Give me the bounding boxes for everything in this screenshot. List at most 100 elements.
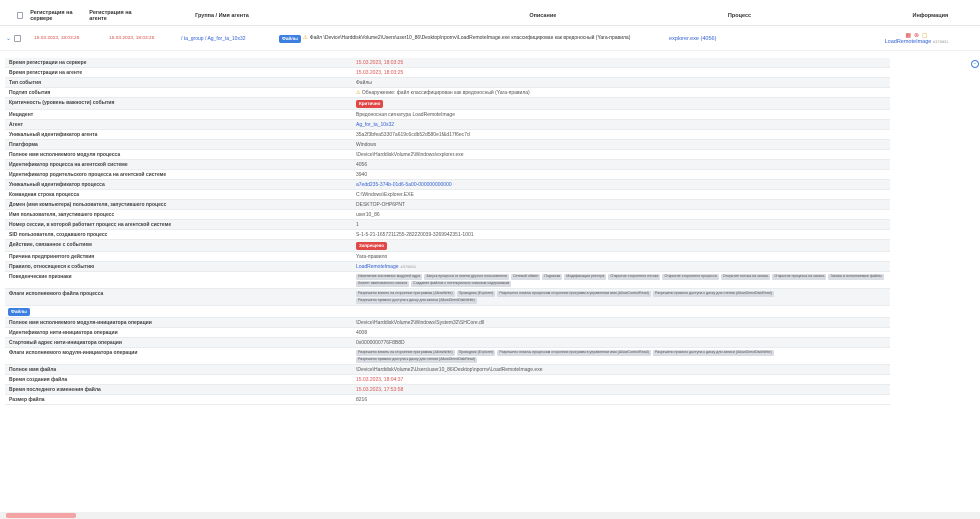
col-header-info[interactable]: Информация (912, 13, 980, 19)
detail-value: Запрещено (352, 240, 890, 251)
event-row[interactable]: ⌄ 15.03.2023, 18:03:25 15.03.2023, 18:03… (0, 27, 980, 51)
behavior-tag: Модификация реестра (564, 273, 607, 280)
detail-label: Командная строка процесса (9, 191, 80, 198)
detail-row: Инцидент Вредоносная сигнатура LoadRemote… (5, 110, 890, 120)
horizontal-scrollbar[interactable] (0, 512, 980, 519)
detail-value: Вредоносная сигнатура LoadRemoteImage (356, 111, 455, 118)
detail-row: Полное имя исполняемого модуля-инициатор… (5, 318, 890, 328)
detail-value: Разрешено влиять на сторонние программы … (352, 289, 890, 305)
select-all-checkbox[interactable] (17, 12, 24, 19)
detail-row: Домен (имя компьютера) пользователя, зап… (5, 200, 890, 210)
grid-icon[interactable]: ▦ (905, 32, 911, 39)
detail-label: Домен (имя компьютера) пользователя, зап… (9, 201, 167, 208)
detail-value: 4056 (356, 161, 368, 168)
detail-row: SID пользователя, создавшего процесс S-1-… (5, 230, 890, 240)
col-header-agent-reg[interactable]: Регистрация на агенте (89, 10, 150, 22)
detail-label: Номер сессии, в которой работает процесс… (9, 221, 172, 228)
behavior-tag: Открытие стороннего процесса (662, 273, 719, 280)
detail-label: Уникальный идентификатор агента (9, 131, 98, 138)
detail-value: 35a2f3bfea53307a619c6cdb52d580e1f&d17f6e… (356, 131, 470, 138)
detail-label: Полное имя файла (9, 366, 57, 373)
detail-value: ⚠ Обнаружение: файл классифицирован как … (352, 88, 890, 97)
detail-value: 0x0000000776F8B8D (356, 339, 405, 346)
detail-row: Причина предпринятого действия Yara-прави… (5, 252, 890, 262)
info-rule-link[interactable]: LoadRemoteImage (885, 39, 932, 45)
detail-row: Флаги исполняемого модуля-инициатора опе… (5, 348, 890, 365)
detail-row: Стартовый адрес нити-инициатора операции… (5, 338, 890, 348)
detail-value: Yara-правило (356, 253, 388, 260)
detail-label: Тип события (9, 79, 41, 86)
detail-label: Действие, связанное с событием (9, 241, 92, 248)
detail-row: Правило, относящееся к событию LoadRemote… (5, 262, 890, 272)
description-cell: Файлы ⚠ Файл \Device\HarddiskVolume2\Use… (279, 34, 669, 43)
behavior-tag: Открытие потока на запись (720, 273, 771, 280)
detail-row: Подтип события ⚠ Обнаружение: файл класси… (5, 88, 890, 98)
detail-label: Полное имя исполняемого модуля процесса (9, 151, 121, 158)
block-icon[interactable]: ⊗ (914, 32, 919, 39)
detail-row: Время регистрации на сервере 15.03.2023, … (5, 58, 890, 68)
detail-row: Командная строка процесса C:\Windows\Expl… (5, 190, 890, 200)
group-agent-link[interactable]: / ta_group / Ag_for_ta_10x32 (181, 36, 279, 42)
detail-link[interactable]: LoadRemoteImage (356, 264, 399, 270)
detail-row: Уникальный идентификатор процесса a7edd23… (5, 180, 890, 190)
detail-row: Время создания файла 15.03.2023, 18:04:37 (5, 375, 890, 385)
detail-label: Подтип события (9, 89, 51, 96)
event-description: Файл \Device\HarddiskVolume2\Users\user1… (309, 34, 631, 41)
detail-value: DESKTOP-OHP6PNT (356, 201, 406, 208)
behavior-tag: Сетевой обмен (510, 273, 541, 280)
col-header-group[interactable]: Группа / Имя агента (195, 13, 296, 19)
file-icon[interactable]: ▢ (922, 32, 928, 39)
detail-value: LoadRemoteImage #375831 (352, 262, 890, 271)
detail-label: Уникальный идентификатор процесса (9, 181, 105, 188)
detail-label: Размер файла (9, 396, 45, 403)
info-cell: ▦ ⊗ ▢ LoadRemoteImage #375831 (884, 32, 949, 45)
detail-row: Время регистрации на агенте 15.03.2023, 1… (5, 68, 890, 78)
detail-label: Поведенческие признаки (9, 273, 72, 280)
detail-row: Время последнего изменения файла 15.03.20… (5, 385, 890, 395)
event-details-table: Время регистрации на сервере 15.03.2023, … (5, 58, 890, 405)
detail-link[interactable]: a7edd235-374b-01d6-5a00-000000000000 (356, 182, 452, 188)
col-header-server-reg[interactable]: Регистрация на сервере (30, 10, 89, 22)
expand-panel-icon[interactable]: − (971, 60, 979, 68)
detail-value: Windows (356, 141, 377, 148)
process-link[interactable]: explorer.exe (4056) (669, 36, 884, 42)
detail-value: a7edd235-374b-01d6-5a00-000000000000 (352, 180, 890, 189)
detail-row: Имя пользователя, запустившего процесс us… (5, 210, 890, 220)
scrollbar-thumb[interactable] (6, 513, 76, 518)
detail-row: Идентификатор процесса на агентской сист… (5, 160, 890, 170)
detail-value: 15.03.2023, 17:53:58 (356, 386, 404, 393)
detail-label: Флаги исполняемого модуля-инициатора опе… (9, 349, 138, 356)
behavior-tag: Разрешено влиять на сторонние программы … (356, 349, 455, 356)
detail-label: Имя пользователя, запустившего процесс (9, 211, 115, 218)
behavior-tag: Проводник (Explorer) (456, 349, 496, 356)
detail-row: Полное имя исполняемого модуля процесса \… (5, 150, 890, 160)
warning-icon: ⚠ (302, 34, 308, 41)
agent-time: 15.03.2023, 18:03:25 (109, 36, 155, 41)
detail-value: 8216 (356, 396, 368, 403)
detail-label: Инцидент (9, 111, 34, 118)
chevron-down-icon[interactable]: ⌄ (6, 35, 11, 42)
detail-label: Причина предпринятого действия (9, 253, 95, 260)
row-checkbox[interactable] (14, 35, 22, 42)
behavior-tag: Изменение системных модулей ядра (356, 273, 423, 280)
detail-link[interactable]: Ag_for_ta_10x32 (356, 122, 394, 128)
detail-text: Обнаружение: файл классифицирован как вр… (361, 89, 530, 96)
col-header-description[interactable]: Описание (529, 13, 656, 19)
detail-label: Время создания файла (9, 376, 68, 383)
detail-value: Файлы (356, 79, 372, 86)
behavior-tag: Разрешено прямого доступа к диску для за… (652, 349, 774, 356)
section-separator: Файлы (5, 306, 890, 318)
behavior-tag: Разрешено прямого доступа к диску для чт… (356, 356, 477, 363)
detail-value: \Device\HarddiskVolume2\Windows\System32… (356, 319, 485, 326)
detail-label: Полное имя исполняемого модуля-инициатор… (9, 319, 152, 326)
detail-label: Время регистрации на сервере (9, 59, 87, 66)
behavior-tag: Разрешено влиять на сторонние программы … (356, 290, 455, 297)
detail-value: 15.03.2023, 18:04:37 (356, 376, 404, 383)
detail-row: Платформа Windows (5, 140, 890, 150)
behavior-tag: Открытие процесса на запись (772, 273, 827, 280)
detail-row: Действие, связанное с событием Запрещено (5, 240, 890, 252)
col-header-process[interactable]: Процесс (728, 13, 855, 19)
detail-value: Разрешено влиять на сторонние программы … (352, 348, 890, 364)
detail-label: Правило, относящееся к событию (9, 263, 95, 270)
status-badge: Запрещено (356, 241, 388, 250)
